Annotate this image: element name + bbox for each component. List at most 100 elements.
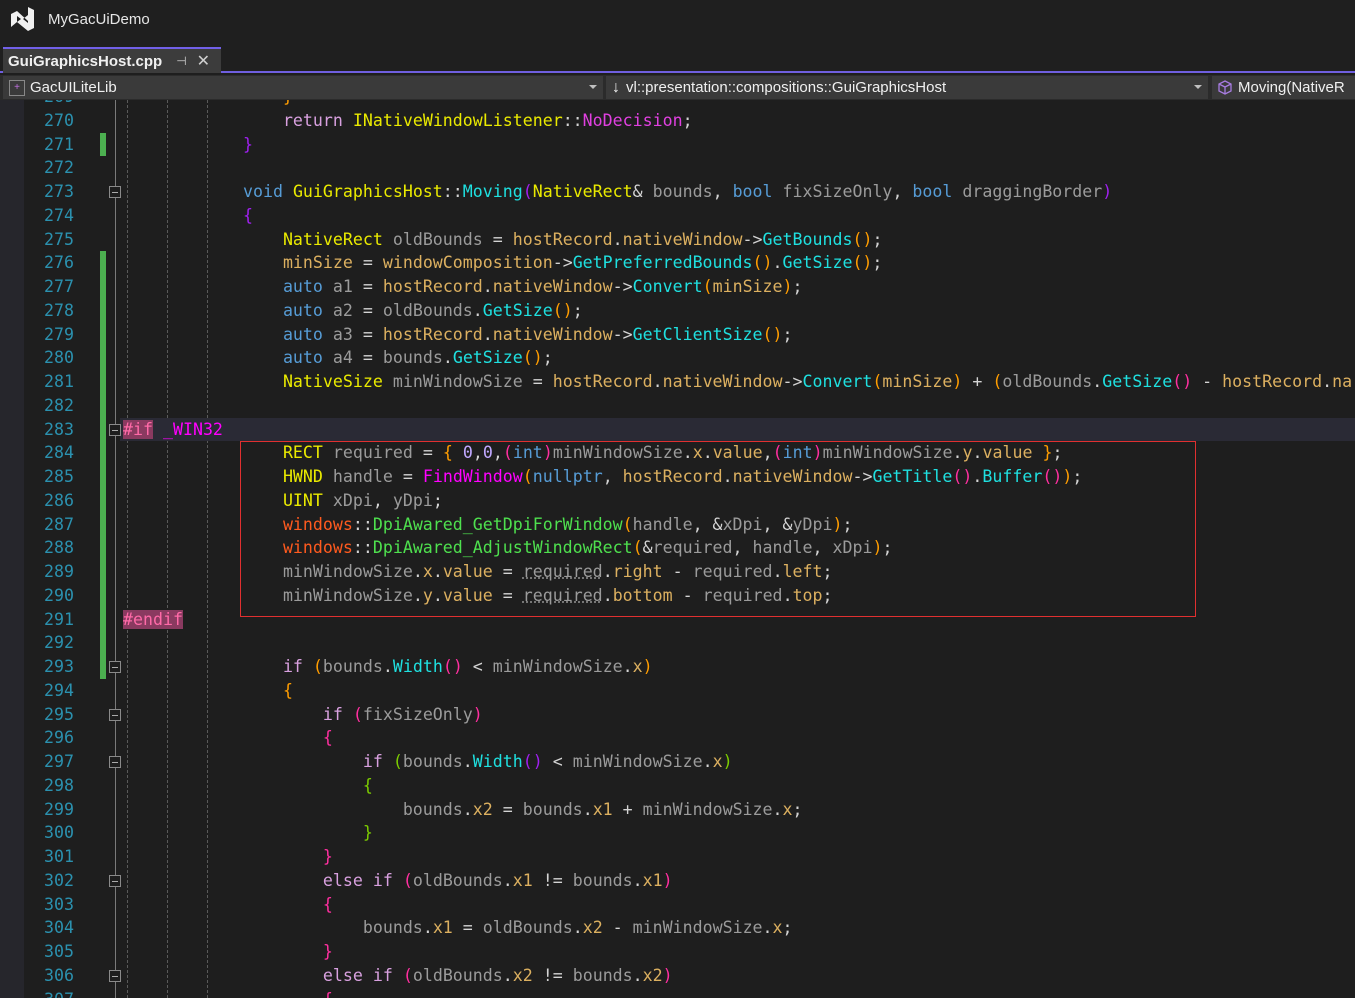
code-line[interactable]: 285 HWND handle = FindWindow(nullptr, ho… xyxy=(0,465,1355,489)
code-line[interactable]: 269 } xyxy=(0,100,1355,109)
code-token: , xyxy=(492,443,503,463)
code-text: minWindowSize.y.value = required.bottom … xyxy=(203,584,833,608)
code-token: () xyxy=(522,752,543,771)
code-line[interactable]: 288 windows::DpiAwared_AdjustWindowRect(… xyxy=(0,536,1355,560)
change-indicator xyxy=(100,465,106,489)
code-token: () xyxy=(762,324,783,344)
code-token: ; xyxy=(792,277,803,296)
code-line[interactable]: 280 auto a4 = bounds.GetSize(); xyxy=(0,346,1355,370)
code-token: oldBounds xyxy=(482,918,573,938)
code-line[interactable]: 284 RECT required = { 0,0,(int)minWindow… xyxy=(0,441,1355,465)
code-token: if xyxy=(322,704,343,724)
scope-dropdown[interactable]: ↓ vl::presentation::compositions::GuiGra… xyxy=(606,76,1208,99)
collapse-icon[interactable] xyxy=(109,874,121,887)
code-line[interactable]: 302 else if (oldBounds.x1 != bounds.x1) xyxy=(0,869,1355,893)
code-line[interactable]: 297 if (bounds.Width() < minWindowSize.x… xyxy=(0,750,1355,774)
code-line[interactable]: 282 xyxy=(0,393,1355,418)
code-line[interactable]: 270 return INativeWindowListener::NoDeci… xyxy=(0,109,1355,133)
code-line[interactable]: 289 minWindowSize.x.value = required.rig… xyxy=(0,560,1355,584)
project-dropdown[interactable]: + GacUILiteLib xyxy=(3,76,603,99)
close-icon[interactable]: ✕ xyxy=(197,51,210,71)
collapse-icon[interactable] xyxy=(109,661,121,673)
project-label: GacUILiteLib xyxy=(30,79,117,96)
code-line[interactable]: 306 else if (oldBounds.x2 != bounds.x2) xyxy=(0,964,1355,988)
code-token: required xyxy=(522,585,603,605)
code-line[interactable]: 281 NativeSize minWindowSize = hostRecor… xyxy=(0,370,1355,394)
code-token: required xyxy=(652,538,733,558)
code-line[interactable]: 277 auto a1 = hostRecord.nativeWindow->C… xyxy=(0,275,1355,299)
code-token: y xyxy=(422,585,433,605)
code-token: ( xyxy=(312,657,323,676)
code-token: int xyxy=(512,443,543,463)
code-editor[interactable]: 269 }270 return INativeWindowListener::N… xyxy=(0,100,1355,998)
code-line[interactable]: 276 minSize = windowComposition->GetPref… xyxy=(0,251,1355,275)
code-line[interactable]: 298 { xyxy=(0,774,1355,798)
code-line[interactable]: 286 UINT xDpi, yDpi; xyxy=(0,488,1355,513)
change-indicator xyxy=(100,132,106,157)
code-text: } xyxy=(203,100,293,109)
code-line[interactable]: 303 { xyxy=(0,893,1355,917)
collapse-icon[interactable] xyxy=(109,708,121,721)
code-line[interactable]: 273 void GuiGraphicsHost::Moving(NativeR… xyxy=(0,180,1355,204)
code-line[interactable]: 287 windows::DpiAwared_GetDpiForWindow(h… xyxy=(0,512,1355,537)
code-token: { xyxy=(362,775,373,795)
code-token: a2 xyxy=(332,300,353,320)
code-token: ) xyxy=(1062,467,1073,486)
code-line[interactable]: 307 { xyxy=(0,988,1355,998)
code-token: minWindowSize xyxy=(552,443,683,463)
code-line[interactable]: 275 NativeRect oldBounds = hostRecord.na… xyxy=(0,228,1355,252)
code-token: ; xyxy=(542,348,553,368)
line-number: 300 xyxy=(44,823,74,843)
code-line[interactable]: 278 auto a2 = oldBounds.GetSize(); xyxy=(0,298,1355,323)
collapse-icon[interactable] xyxy=(109,186,121,198)
code-token: . xyxy=(432,585,443,605)
code-line[interactable]: 300 } xyxy=(0,821,1355,845)
line-number: 283 xyxy=(44,419,74,439)
code-line[interactable]: 305 } xyxy=(0,940,1355,964)
code-token: required xyxy=(332,443,413,463)
code-text: windows::DpiAwared_AdjustWindowRect(&req… xyxy=(203,536,893,560)
code-line[interactable]: 294 { xyxy=(0,679,1355,703)
code-line[interactable]: 274 { xyxy=(0,204,1355,228)
code-line[interactable]: 292 xyxy=(0,631,1355,655)
code-token: oldBounds xyxy=(1002,372,1093,391)
code-text: minSize = windowComposition->GetPreferre… xyxy=(203,251,882,275)
tab-guigraphicshost-cpp[interactable]: GuiGraphicsHost.cpp ⊣ ✕ xyxy=(3,47,221,73)
code-line[interactable]: 271 } xyxy=(0,132,1355,157)
code-token: , xyxy=(892,182,913,201)
code-line[interactable]: 301 } xyxy=(0,845,1355,869)
code-token: -> xyxy=(612,324,633,344)
code-token: nativeWindow xyxy=(622,229,743,249)
code-line[interactable]: 283 #if _WIN32 xyxy=(0,417,1355,442)
collapse-icon[interactable] xyxy=(109,423,121,436)
code-line[interactable]: 293 if (bounds.Width() < minWindowSize.x… xyxy=(0,655,1355,679)
pin-icon[interactable]: ⊣ xyxy=(176,54,186,68)
code-token: x xyxy=(782,799,793,819)
code-line[interactable]: 279 auto a3 = hostRecord.nativeWindow->G… xyxy=(0,322,1355,347)
code-token: , xyxy=(732,538,753,558)
code-line[interactable]: 291 #endif xyxy=(0,607,1355,632)
code-token: . xyxy=(782,585,793,605)
code-token: NativeSize xyxy=(282,372,383,391)
code-token: . xyxy=(502,965,513,985)
code-line[interactable]: 290 minWindowSize.y.value = required.bot… xyxy=(0,583,1355,608)
code-line[interactable]: 272 xyxy=(0,156,1355,180)
code-line[interactable]: 296 { xyxy=(0,726,1355,750)
member-dropdown[interactable]: Moving(NativeR xyxy=(1212,76,1355,99)
code-line[interactable]: 295 if (fixSizeOnly) xyxy=(0,703,1355,727)
collapse-icon[interactable] xyxy=(109,756,121,768)
code-line[interactable]: 299 bounds.x2 = bounds.x1 + minWindowSiz… xyxy=(0,798,1355,822)
collapse-icon[interactable] xyxy=(109,969,121,982)
code-token: RECT xyxy=(282,443,323,463)
code-token: required xyxy=(522,562,603,581)
code-token: . xyxy=(1092,372,1103,391)
code-token: ( xyxy=(772,443,783,463)
code-line[interactable]: 304 bounds.x1 = oldBounds.x2 - minWindow… xyxy=(0,916,1355,940)
